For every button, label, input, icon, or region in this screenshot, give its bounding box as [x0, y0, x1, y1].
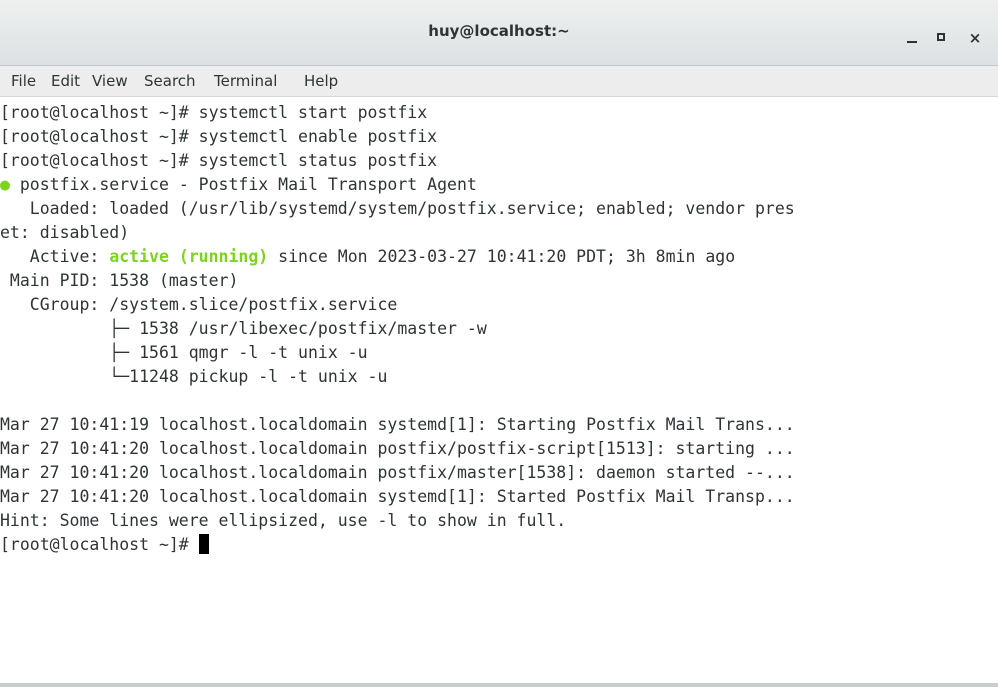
status-bullet-icon: ●: [0, 175, 10, 194]
window-bottom-border: [0, 683, 998, 687]
menu-view[interactable]: View: [92, 72, 128, 90]
menu-search[interactable]: Search: [144, 72, 196, 90]
active-label: Active:: [0, 247, 110, 266]
menu-terminal[interactable]: Terminal: [214, 72, 277, 90]
menu-edit[interactable]: Edit: [51, 72, 80, 90]
terminal-line: [root@localhost ~]# systemctl start post…: [0, 103, 428, 122]
service-title: postfix.service - Postfix Mail Transport…: [9, 175, 477, 194]
shell-prompt: [root@localhost ~]#: [0, 535, 199, 554]
active-since: since Mon 2023-03-27 10:41:20 PDT; 3h 8m…: [268, 247, 736, 266]
terminal-output[interactable]: [root@localhost ~]# systemctl start post…: [0, 97, 992, 683]
log-line: Mar 27 10:41:19 localhost.localdomain sy…: [0, 415, 795, 434]
menu-help[interactable]: Help: [304, 72, 338, 90]
active-running-status: active (running): [109, 247, 269, 266]
terminal-line: [root@localhost ~]# systemctl status pos…: [0, 151, 438, 170]
window-title: huy@localhost:~: [428, 22, 570, 40]
terminal-line: [root@localhost ~]# systemctl enable pos…: [0, 127, 438, 146]
service-status-line: ● postfix.service - Postfix Mail Transpo…: [0, 173, 477, 197]
log-line: Mar 27 10:41:20 localhost.localdomain sy…: [0, 487, 795, 506]
terminal-line: et: disabled): [0, 223, 130, 242]
text-cursor: [198, 534, 209, 554]
active-status-line: Active: active (running) since Mon 2023-…: [0, 245, 735, 269]
title-bar[interactable]: huy@localhost:~ ×: [0, 0, 998, 66]
minimize-button[interactable]: [900, 26, 924, 50]
terminal-line: └─11248 pickup -l -t unix -u: [0, 367, 388, 386]
terminal-window: huy@localhost:~ × File Edit View Search …: [0, 0, 998, 687]
terminal-line: ├─ 1538 /usr/libexec/postfix/master -w: [0, 319, 487, 338]
log-line: Mar 27 10:41:20 localhost.localdomain po…: [0, 463, 795, 482]
hint-line: Hint: Some lines were ellipsized, use -l…: [0, 511, 567, 530]
maximize-button[interactable]: [930, 26, 954, 50]
terminal-line: CGroup: /system.slice/postfix.service: [0, 295, 398, 314]
menu-file[interactable]: File: [11, 72, 36, 90]
terminal-line: Loaded: loaded (/usr/lib/systemd/system/…: [0, 199, 795, 218]
scrollbar-track[interactable]: [992, 97, 998, 687]
terminal-line: Main PID: 1538 (master): [0, 271, 239, 290]
close-button[interactable]: ×: [963, 26, 987, 50]
menu-bar: File Edit View Search Terminal Help: [0, 66, 998, 97]
terminal-line: ├─ 1561 qmgr -l -t unix -u: [0, 343, 368, 362]
prompt-line[interactable]: [root@localhost ~]#: [0, 533, 209, 557]
log-line: Mar 27 10:41:20 localhost.localdomain po…: [0, 439, 795, 458]
